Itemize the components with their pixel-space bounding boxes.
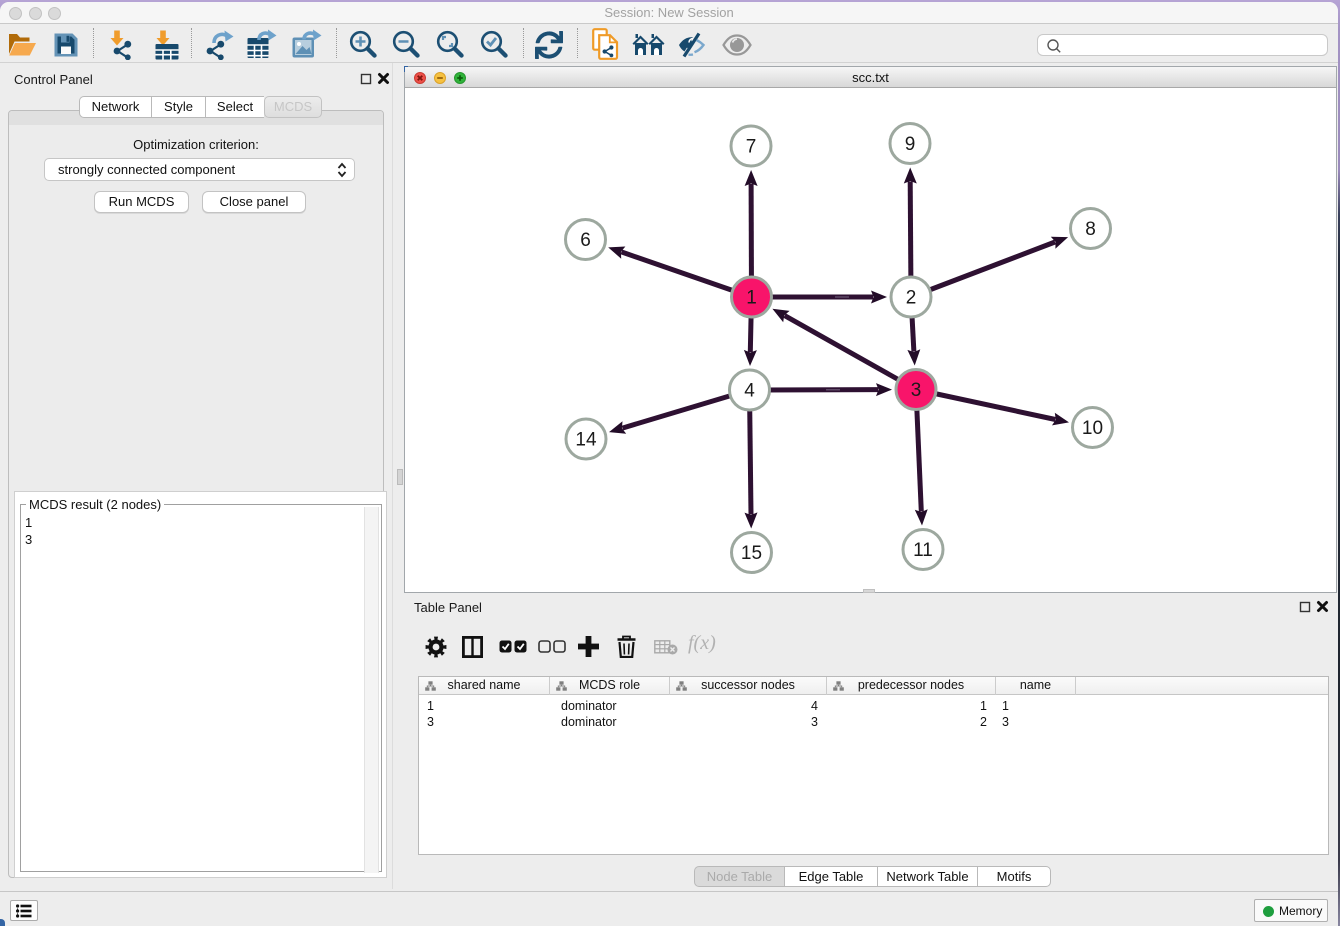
svg-text:7: 7 — [746, 137, 757, 158]
svg-text:9: 9 — [905, 134, 916, 155]
svg-text:1: 1 — [746, 288, 757, 309]
svg-text:11: 11 — [913, 540, 933, 561]
svg-text:8: 8 — [1085, 219, 1096, 240]
svg-text:4: 4 — [744, 381, 755, 402]
svg-text:6: 6 — [580, 230, 591, 251]
svg-text:15: 15 — [741, 543, 762, 564]
svg-text:14: 14 — [575, 430, 597, 451]
svg-text:2: 2 — [906, 288, 917, 309]
svg-text:3: 3 — [911, 380, 922, 401]
svg-text:10: 10 — [1082, 418, 1103, 439]
